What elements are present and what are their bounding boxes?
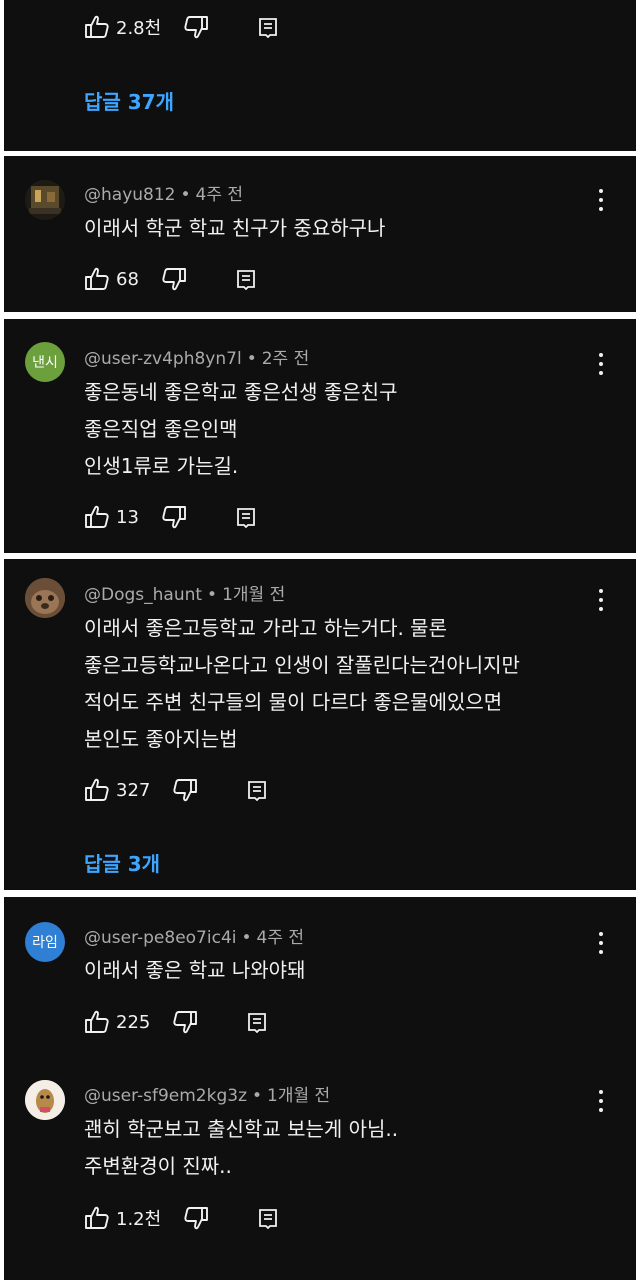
thumbs-up-icon[interactable] (84, 15, 110, 39)
view-replies-link[interactable]: 답글 3개 (84, 848, 160, 877)
like-count: 68 (116, 268, 139, 290)
comment-actions: 1.2천 (84, 1204, 279, 1232)
avatar-initials: 낸시 (32, 355, 58, 371)
avatar[interactable] (25, 578, 65, 618)
meta-separator: • (246, 349, 257, 369)
thumbs-up-icon[interactable] (84, 1206, 110, 1230)
avatar-initials: 라임 (32, 935, 58, 951)
view-replies-link[interactable]: 답글 37개 (84, 86, 174, 115)
avatar[interactable] (25, 180, 65, 220)
comment-meta: @user-pe8eo7ic4i • 4주 전 (84, 923, 304, 948)
more-vert-icon[interactable] (598, 1090, 604, 1112)
comment-text-line: 이래서 좋은 학교 나와야돼 (84, 958, 306, 982)
thumbs-up-icon[interactable] (84, 778, 110, 802)
comment-card: @Dogs_haunt • 1개월 전 이래서 좋은고등학교 가라고 하는거다. 물… (4, 559, 636, 890)
author-name[interactable]: @user-zv4ph8yn7l (84, 349, 242, 369)
avatar[interactable] (25, 1080, 65, 1120)
comment-text-line: 좋은고등학교나온다고 인생이 잘풀린다는건아니지만 (84, 653, 520, 677)
meta-separator: • (252, 1086, 263, 1106)
comment-thread-partial: 2.8천 답글 37개 (4, 0, 636, 151)
comment-time[interactable]: 2주 전 (262, 349, 310, 369)
thumbs-down-icon[interactable] (161, 267, 187, 291)
more-vert-icon[interactable] (598, 353, 604, 375)
like-count: 13 (116, 506, 139, 528)
like-count: 327 (116, 779, 151, 801)
author-name[interactable]: @user-sf9em2kg3z (84, 1086, 247, 1106)
thumbs-down-icon[interactable] (161, 505, 187, 529)
meta-separator: • (241, 928, 252, 948)
author-name[interactable]: @user-pe8eo7ic4i (84, 928, 236, 948)
comment-time[interactable]: 4주 전 (196, 185, 244, 205)
more-vert-icon[interactable] (598, 189, 604, 211)
thumbs-down-icon[interactable] (183, 15, 209, 39)
comment-time[interactable]: 4주 전 (257, 928, 305, 948)
like-count: 225 (116, 1011, 151, 1033)
comment-time[interactable]: 1개월 전 (267, 1086, 330, 1106)
comment-text-line: 좋은직업 좋은인맥 (84, 417, 238, 441)
comment-reply-icon[interactable] (235, 268, 257, 290)
comment-meta: @user-sf9em2kg3z • 1개월 전 (84, 1081, 330, 1106)
comment-card: 라임 @user-pe8eo7ic4i • 4주 전 이래서 좋은 학교 나와야돼 … (4, 897, 636, 1280)
thumbs-down-icon[interactable] (183, 1206, 209, 1230)
thumbs-up-icon[interactable] (84, 267, 110, 291)
comment-reply-icon[interactable] (257, 1207, 279, 1229)
comment-text-line: 괜히 학군보고 출신학교 보는게 아님.. (84, 1117, 399, 1141)
comment-actions: 225 (84, 1008, 268, 1036)
comment-card: 낸시 @user-zv4ph8yn7l • 2주 전 좋은동네 좋은학교 좋은선생 … (4, 319, 636, 553)
more-vert-icon[interactable] (598, 932, 604, 954)
comment-actions: 68 (84, 265, 257, 293)
comment-card: @hayu812 • 4주 전 이래서 학군 학교 친구가 중요하구나 68 (4, 156, 636, 312)
comment-reply-icon[interactable] (246, 779, 268, 801)
meta-separator: • (207, 585, 218, 605)
avatar[interactable]: 라임 (25, 922, 65, 962)
comment-meta: @user-zv4ph8yn7l • 2주 전 (84, 344, 309, 369)
comment-text-line: 인생1류로 가는길. (84, 454, 239, 478)
more-vert-icon[interactable] (598, 589, 604, 611)
comment-time[interactable]: 1개월 전 (222, 585, 285, 605)
thumbs-down-icon[interactable] (172, 778, 198, 802)
comment-text-line: 좋은동네 좋은학교 좋은선생 좋은친구 (84, 380, 398, 404)
meta-separator: • (180, 185, 191, 205)
author-name[interactable]: @hayu812 (84, 185, 175, 205)
comment-actions: 2.8천 (84, 13, 279, 41)
comment-text-line: 본인도 좋아지는법 (84, 727, 238, 751)
comment-meta: @Dogs_haunt • 1개월 전 (84, 580, 285, 605)
thumbs-up-icon[interactable] (84, 505, 110, 529)
comment-text-line: 적어도 주변 친구들의 물이 다르다 좋은물에있으면 (84, 690, 503, 714)
like-count: 1.2천 (116, 1209, 162, 1230)
comment-text-line: 주변환경이 진짜.. (84, 1154, 232, 1178)
avatar[interactable]: 낸시 (25, 342, 65, 382)
comment-text-line: 이래서 좋은고등학교 가라고 하는거다. 물론 (84, 616, 447, 640)
comment-reply-icon[interactable] (246, 1011, 268, 1033)
comment-actions: 327 (84, 776, 268, 804)
comment-meta: @hayu812 • 4주 전 (84, 180, 243, 205)
comment-reply-icon[interactable] (235, 506, 257, 528)
comment-actions: 13 (84, 503, 257, 531)
thumbs-up-icon[interactable] (84, 1010, 110, 1034)
like-count: 2.8천 (116, 18, 162, 39)
comment-text-line: 이래서 학군 학교 친구가 중요하구나 (84, 216, 386, 240)
comment-reply-icon[interactable] (257, 16, 279, 38)
thumbs-down-icon[interactable] (172, 1010, 198, 1034)
author-name[interactable]: @Dogs_haunt (84, 585, 202, 605)
